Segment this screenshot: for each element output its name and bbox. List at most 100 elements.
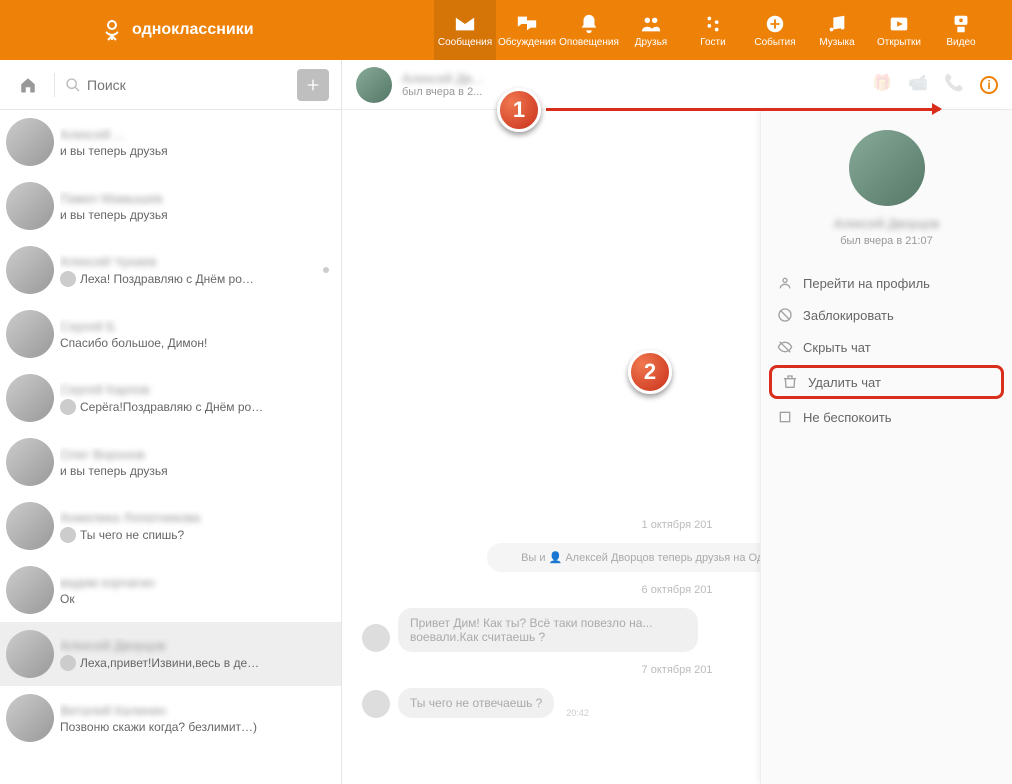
- home-button[interactable]: [12, 69, 44, 101]
- chat-item[interactable]: вадим корчагин Ок: [0, 558, 341, 622]
- audio-call-icon[interactable]: 📞: [944, 73, 968, 97]
- menu-label: Перейти на профиль: [803, 276, 930, 291]
- callout-2: 2: [628, 350, 672, 394]
- mini-avatar-icon: [60, 399, 76, 415]
- top-navbar: одноклассники Сообщения ОбсужденияОповеще…: [0, 0, 1012, 60]
- nav-label: Музыка: [819, 37, 854, 48]
- callout-1: 1: [497, 88, 541, 132]
- video-call-icon[interactable]: 📹: [908, 73, 932, 97]
- nav-plus-circle[interactable]: События: [744, 0, 806, 60]
- chat-list: Алексей ...и вы теперь друзьяПавел Мамыш…: [0, 110, 341, 784]
- nav-chat[interactable]: Обсуждения: [496, 0, 558, 60]
- chat-preview: Позвоню скажи когда? безлимит…): [60, 720, 329, 734]
- msg-time: 20:42: [566, 708, 589, 718]
- chat-avatar: [6, 438, 54, 486]
- nav-label: Гости: [700, 37, 725, 48]
- chat-avatar: [6, 502, 54, 550]
- chat-preview: Серёга!Поздравляю с Днём ро…: [60, 399, 329, 415]
- new-chat-button[interactable]: [297, 69, 329, 101]
- menu-block[interactable]: Заблокировать: [761, 299, 1012, 331]
- info-button[interactable]: i: [980, 76, 998, 94]
- chat-preview: и вы теперь друзья: [60, 464, 329, 478]
- feet-icon: [702, 13, 724, 35]
- chat-name: Виталий Калинин: [60, 703, 329, 718]
- chat-item[interactable]: Виталий Калинин Позвоню скажи когда? безл…: [0, 686, 341, 750]
- chat-name: Анжелика Лопатникова: [60, 510, 329, 525]
- chat-item[interactable]: Сергей Б Спасибо большое, Димон!: [0, 302, 341, 366]
- info-menu: Перейти на профиль Заблокировать Скрыть ча…: [761, 261, 1012, 439]
- bell-icon: [578, 13, 600, 35]
- chat-preview: и вы теперь друзья: [60, 208, 329, 222]
- chat-header-avatar[interactable]: [356, 67, 392, 103]
- search-input[interactable]: [87, 77, 287, 93]
- chat-preview: Ты чего не спишь?: [60, 527, 329, 543]
- nav-label: Друзья: [635, 37, 667, 48]
- chat-item[interactable]: Анжелика Лопатникова Ты чего не спишь?: [0, 494, 341, 558]
- nav-mail[interactable]: Сообщения: [434, 0, 496, 60]
- chat-name: Алексей ...: [60, 127, 329, 142]
- ok-logo-icon: [100, 18, 124, 42]
- chat-sidebar: Алексей ...и вы теперь друзьяПавел Мамыш…: [0, 60, 342, 784]
- nav-feet[interactable]: Гости: [682, 0, 744, 60]
- chat-icon: [516, 13, 538, 35]
- chat-avatar: [6, 630, 54, 678]
- profile-avatar[interactable]: [849, 130, 925, 206]
- chat-avatar: [6, 374, 54, 422]
- menu-trash[interactable]: Удалить чат: [769, 365, 1004, 399]
- profile-name: Алексей Дворцов: [771, 216, 1002, 231]
- plus-icon: [305, 77, 321, 93]
- nav-label: Оповещения: [559, 37, 619, 48]
- menu-square[interactable]: Не беспокоить: [761, 401, 1012, 433]
- info-panel: Алексей Дворцов был вчера в 21:07 Перейт…: [760, 110, 1012, 784]
- menu-label: Скрыть чат: [803, 340, 871, 355]
- search-icon: [65, 77, 81, 93]
- chat-item[interactable]: Алексей Чукаев Леха! Поздравляю с Днём ро…: [0, 238, 341, 302]
- message-bubble: Привет Дим! Как ты? Всё таки повезло на.…: [398, 608, 698, 652]
- person-icon: [777, 275, 793, 291]
- mail-icon: [454, 13, 476, 35]
- chat-item[interactable]: Алексей Дворцов Леха,привет!Извини,весь в…: [0, 622, 341, 686]
- annotation-arrow: [546, 108, 940, 111]
- nav-video[interactable]: Видео: [930, 0, 992, 60]
- menu-label: Удалить чат: [808, 375, 881, 390]
- nav-play[interactable]: Открытки: [868, 0, 930, 60]
- chat-preview: Леха,привет!Извини,весь в де…: [60, 655, 329, 671]
- chat-name: Сергей Б: [60, 319, 329, 334]
- chat-name: Алексей Чукаев: [60, 254, 329, 269]
- people-icon: [640, 13, 662, 35]
- nav-people[interactable]: Друзья: [620, 0, 682, 60]
- chat-preview: Леха! Поздравляю с Днём ро…: [60, 271, 329, 287]
- nav-label: События: [754, 37, 795, 48]
- chat-item[interactable]: Сергей Карпов Серёга!Поздравляю с Днём ро…: [0, 366, 341, 430]
- nav-label: Сообщения: [438, 37, 492, 48]
- chat-item[interactable]: Алексей ... и вы теперь друзья: [0, 110, 341, 174]
- msg-avatar: [362, 690, 390, 718]
- gift-icon[interactable]: 🎁: [872, 73, 896, 97]
- chat-name: вадим корчагин: [60, 575, 329, 590]
- nav-music[interactable]: Музыка: [806, 0, 868, 60]
- nav-bell[interactable]: Оповещения: [558, 0, 620, 60]
- square-icon: [777, 409, 793, 425]
- chat-name: Алексей Дворцов: [60, 638, 329, 653]
- chat-name: Сергей Карпов: [60, 382, 329, 397]
- chat-item[interactable]: Олег Воронов и вы теперь друзья: [0, 430, 341, 494]
- menu-eye-off[interactable]: Скрыть чат: [761, 331, 1012, 363]
- chat-preview: Ок: [60, 592, 329, 606]
- menu-label: Не беспокоить: [803, 410, 892, 425]
- home-icon: [19, 76, 37, 94]
- mini-avatar-icon: [60, 527, 76, 543]
- chat-header-name: Алексей Дв...: [402, 71, 482, 86]
- chat-item[interactable]: Павел Мамышеви вы теперь друзья: [0, 174, 341, 238]
- chat-preview: и вы теперь друзья: [60, 144, 329, 158]
- chat-name: Олег Воронов: [60, 447, 329, 462]
- nav-label: Видео: [946, 37, 975, 48]
- unread-dot-icon: [323, 267, 329, 273]
- menu-person[interactable]: Перейти на профиль: [761, 267, 1012, 299]
- brand-logo[interactable]: одноклассники: [100, 18, 254, 42]
- chat-view: Алексей Дв... был вчера в 2... 🎁 📹 📞 i 1…: [342, 60, 1012, 784]
- chat-preview: Спасибо большое, Димон!: [60, 336, 329, 350]
- search-bar: [0, 60, 341, 110]
- message-bubble: Ты чего не отвечаешь ?: [398, 688, 554, 718]
- nav-label: Обсуждения: [498, 37, 556, 48]
- profile-status: был вчера в 21:07: [771, 235, 1002, 247]
